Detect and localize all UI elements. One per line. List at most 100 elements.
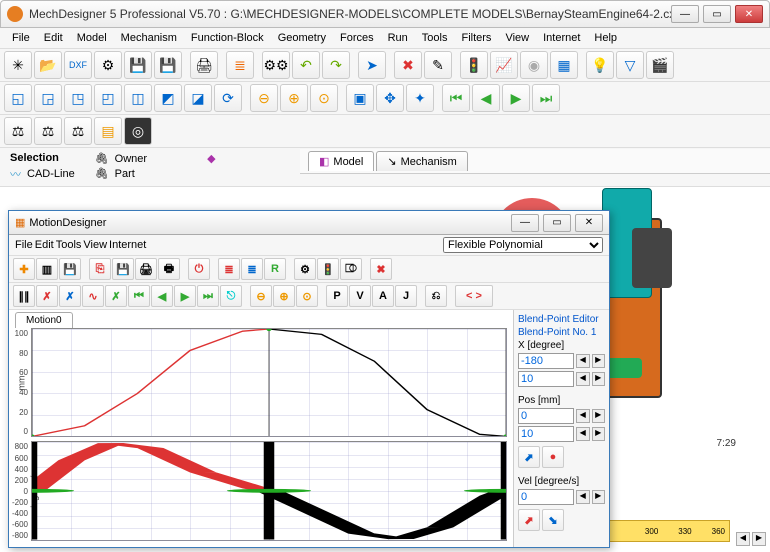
cube5-icon[interactable]: ◫ xyxy=(124,84,152,112)
new-icon[interactable]: ✳ xyxy=(4,51,32,79)
spin-icon[interactable]: ⟳ xyxy=(214,84,242,112)
pvaj-p-button[interactable]: P xyxy=(326,285,348,307)
pvaj-j-button[interactable]: J xyxy=(395,285,417,307)
pos-inc-button[interactable]: ▶ xyxy=(592,409,606,423)
md-arrows-button[interactable]: < > xyxy=(455,285,493,307)
list-icon[interactable]: ≣ xyxy=(226,51,254,79)
menu-run[interactable]: Run xyxy=(382,30,414,46)
md-zoom-out-icon[interactable]: ⊖ xyxy=(250,285,272,307)
md-listblue-icon[interactable]: ≣ xyxy=(241,258,263,280)
x-inc-button[interactable]: ▶ xyxy=(592,354,606,368)
zoom-fit-icon[interactable]: ⊙ xyxy=(310,84,338,112)
edit-pencil-icon[interactable]: ✎ xyxy=(424,51,452,79)
md-printset-icon[interactable]: 🖶 xyxy=(158,258,180,280)
pos-input[interactable] xyxy=(518,408,574,424)
part-label[interactable]: Part xyxy=(115,168,135,180)
menu-model[interactable]: Model xyxy=(71,30,113,46)
blueprint-icon[interactable]: ▦ xyxy=(550,51,578,79)
md-last-icon[interactable]: ⏭ xyxy=(197,285,219,307)
pos-step-inc[interactable]: ▶ xyxy=(592,427,606,441)
x-dec-button[interactable]: ◀ xyxy=(576,354,590,368)
first-icon[interactable]: ⏮ xyxy=(442,84,470,112)
menu-file[interactable]: File xyxy=(6,30,36,46)
gears-icon[interactable]: ⚙⚙ xyxy=(262,51,290,79)
md-maximize-button[interactable]: ▭ xyxy=(543,214,571,232)
vel-dec-button[interactable]: ◀ xyxy=(576,490,590,504)
md-link2-icon[interactable]: ⎌ xyxy=(425,285,447,307)
pan-icon[interactable]: ✥ xyxy=(376,84,404,112)
md-power-icon[interactable]: ⏻ xyxy=(188,258,210,280)
x-step-inc[interactable]: ▶ xyxy=(592,372,606,386)
zoom-in-icon[interactable]: ⊕ xyxy=(280,84,308,112)
vel-mode1-icon[interactable]: ⬈ xyxy=(518,509,540,531)
menu-forces[interactable]: Forces xyxy=(334,30,380,46)
md-save-icon[interactable]: 💾 xyxy=(59,258,81,280)
md-listred-icon[interactable]: ≣ xyxy=(218,258,240,280)
lightbulb-icon[interactable]: 💡 xyxy=(586,51,614,79)
menu-edit[interactable]: Edit xyxy=(38,30,69,46)
md-cyan-icon[interactable]: ⎋ xyxy=(220,285,242,307)
mechanism-icon[interactable]: ⚙ xyxy=(94,51,122,79)
traffic-light-icon[interactable]: 🚦 xyxy=(460,51,488,79)
maximize-button[interactable]: ▭ xyxy=(703,5,731,23)
menu-filters[interactable]: Filters xyxy=(455,30,497,46)
fit-window-icon[interactable]: ▣ xyxy=(346,84,374,112)
chart-bars-icon[interactable]: ▤ xyxy=(94,117,122,145)
pos-mode2-icon[interactable]: ● xyxy=(542,446,564,468)
import-dxf-icon[interactable]: DXF xyxy=(64,51,92,79)
cube2-icon[interactable]: ◲ xyxy=(34,84,62,112)
cube4-icon[interactable]: ◰ xyxy=(94,84,122,112)
menu-function-block[interactable]: Function-Block xyxy=(185,30,270,46)
save-icon[interactable]: 💾 xyxy=(124,51,152,79)
cube6-icon[interactable]: ◩ xyxy=(154,84,182,112)
md-xg-icon[interactable]: ✗ xyxy=(105,285,127,307)
menu-view[interactable]: View xyxy=(499,30,535,46)
md-menu-view[interactable]: View xyxy=(83,239,107,251)
md-zoom-in-icon[interactable]: ⊕ xyxy=(273,285,295,307)
x-step-dec[interactable]: ◀ xyxy=(576,372,590,386)
menu-internet[interactable]: Internet xyxy=(537,30,586,46)
funnel-delete-icon[interactable]: ▽ xyxy=(616,51,644,79)
cube7-icon[interactable]: ◪ xyxy=(184,84,212,112)
minimize-button[interactable]: — xyxy=(671,5,699,23)
vel-inc-button[interactable]: ▶ xyxy=(592,490,606,504)
target-icon[interactable]: ◎ xyxy=(124,117,152,145)
md-zoom-fit-icon[interactable]: ⊙ xyxy=(296,285,318,307)
md-link-icon[interactable]: ⎘ xyxy=(89,258,111,280)
pos-step-input[interactable] xyxy=(518,426,574,442)
md-first-icon[interactable]: ⏮ xyxy=(128,285,150,307)
delete-icon[interactable]: ✖ xyxy=(394,51,422,79)
graph-icon[interactable]: 📈 xyxy=(490,51,518,79)
balance-delete-icon[interactable]: ⚖ xyxy=(4,117,32,145)
menu-mechanism[interactable]: Mechanism xyxy=(115,30,183,46)
md-tool-icon[interactable]: ⎄ xyxy=(340,258,362,280)
vel-input[interactable] xyxy=(518,489,574,505)
velocity-chart[interactable]: degrees/s 8006004002000-200-400-600-800 xyxy=(31,441,507,541)
undo-icon[interactable]: ↶ xyxy=(292,51,320,79)
menu-geometry[interactable]: Geometry xyxy=(272,30,332,46)
md-r-icon[interactable]: R xyxy=(264,258,286,280)
md-minimize-button[interactable]: — xyxy=(511,214,539,232)
md-gear-icon[interactable]: ⚙ xyxy=(294,258,316,280)
last-icon[interactable]: ⏭ xyxy=(532,84,560,112)
menu-tools[interactable]: Tools xyxy=(416,30,454,46)
crosshair-icon[interactable]: ✦ xyxy=(406,84,434,112)
tab-model[interactable]: ◧Model xyxy=(308,151,374,171)
zoom-out-icon[interactable]: ⊖ xyxy=(250,84,278,112)
forward-icon[interactable]: ➤ xyxy=(358,51,386,79)
film-icon[interactable]: 🎬 xyxy=(646,51,674,79)
vel-mode2-icon[interactable]: ⬊ xyxy=(542,509,564,531)
md-traffic-icon[interactable]: 🚦 xyxy=(317,258,339,280)
md-add-icon[interactable]: ✚ xyxy=(13,258,35,280)
open-icon[interactable]: 📂 xyxy=(34,51,62,79)
cube-gray-icon[interactable]: ◉ xyxy=(520,51,548,79)
next-icon[interactable]: ▶ xyxy=(502,84,530,112)
prev-icon[interactable]: ◀ xyxy=(472,84,500,112)
pos-step-dec[interactable]: ◀ xyxy=(576,427,590,441)
tab-mechanism[interactable]: ↘Mechanism xyxy=(376,151,467,171)
pos-mode1-icon[interactable]: ⬈ xyxy=(518,446,540,468)
md-bars-icon[interactable]: ∥∥ xyxy=(13,285,35,307)
md-wave-icon[interactable]: ∿ xyxy=(82,285,104,307)
cube1-icon[interactable]: ◱ xyxy=(4,84,32,112)
motion-tab[interactable]: Motion0 xyxy=(15,312,73,328)
